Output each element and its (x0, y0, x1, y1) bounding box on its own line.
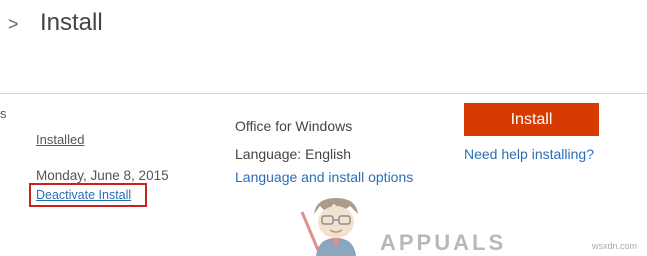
watermark-logo-text: APPUALS (380, 230, 507, 255)
installed-link[interactable]: Installed (36, 132, 84, 147)
install-date: Monday, June 8, 2015 (36, 168, 169, 183)
install-button[interactable]: Install (464, 103, 599, 136)
language-label: Language: English (235, 146, 351, 162)
watermark-site: wsxdn.com (592, 241, 638, 251)
chevron-right-icon[interactable]: > (8, 14, 19, 35)
appuals-mascot-icon (300, 198, 358, 256)
language-options-link[interactable]: Language and install options (235, 169, 413, 185)
page-title: Install (40, 9, 103, 36)
product-name: Office for Windows (235, 118, 353, 134)
section-divider (0, 93, 647, 94)
help-installing-link[interactable]: Need help installing? (464, 146, 594, 162)
deactivate-install-link[interactable]: Deactivate Install (36, 188, 131, 202)
cut-off-text: s (0, 106, 7, 121)
